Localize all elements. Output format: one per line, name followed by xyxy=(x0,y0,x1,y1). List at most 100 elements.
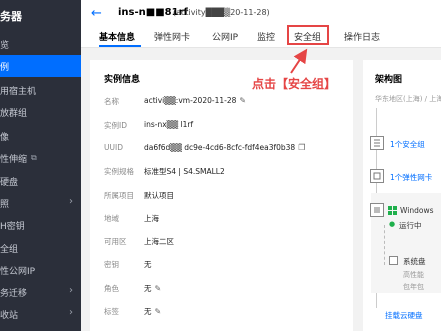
info-row-region: 地域 上海 xyxy=(104,213,349,229)
sidebar-item-label: 像 xyxy=(0,132,10,143)
sidebar-item-label: 用宿主机 xyxy=(0,86,37,97)
annotation-text: 点击【安全组】 xyxy=(252,77,337,91)
os-name: Windows xyxy=(400,206,434,215)
sidebar-item-label: 例 xyxy=(0,62,10,73)
info-value: 标准型S4 | S4.SMALL2 xyxy=(144,167,225,176)
info-value: 无 ✎ xyxy=(144,283,161,294)
sidebar-item-recycle-bin[interactable]: 收站 › xyxy=(0,303,81,325)
info-label: 可用区 xyxy=(104,237,127,246)
info-label: 名称 xyxy=(104,97,119,106)
architecture-title: 架构图 xyxy=(375,75,403,85)
info-value: 无 xyxy=(144,260,152,269)
main-content: ← ins-n■■81rf (activity███▒20-11-28) 基本信… xyxy=(81,0,441,331)
instance-info-title: 实例信息 xyxy=(104,75,141,85)
info-row-zone: 可用区 上海二区 xyxy=(104,236,349,252)
security-group-icon xyxy=(370,136,384,150)
edit-icon[interactable]: ✎ xyxy=(155,284,162,293)
sidebar-item-migration[interactable]: 务迁移 › xyxy=(0,281,81,303)
tab-monitoring[interactable]: 监控 xyxy=(257,30,275,43)
sidebar-item-instances[interactable]: 例 xyxy=(0,55,81,77)
disk-connector xyxy=(384,225,385,265)
running-status-icon: ● xyxy=(389,220,396,228)
chevron-right-icon: › xyxy=(69,285,73,296)
nic-link[interactable]: 1个弹性网卡 xyxy=(390,172,432,183)
external-link-icon: ⧉ xyxy=(31,153,37,162)
instance-status: 运行中 xyxy=(399,221,422,230)
info-row-instance-id: 实例ID ins-nx▒▒ l1rf xyxy=(104,120,349,136)
sidebar-item-label: 性伸缩 xyxy=(0,154,28,165)
info-label: 实例规格 xyxy=(104,167,134,176)
edit-icon[interactable]: ✎ xyxy=(239,96,246,105)
sidebar-item-label: 硬盘 xyxy=(0,177,19,188)
tab-public-ip[interactable]: 公网IP xyxy=(212,30,238,43)
info-value: 无 ✎ xyxy=(144,306,161,317)
instance-subtitle: (activity███▒20-11-28) xyxy=(173,8,270,17)
active-tab-indicator xyxy=(99,45,141,47)
instance-info-card: 实例信息 名称 activi▒▒:vm-2020-11-28 ✎ 实例ID ins… xyxy=(90,60,353,331)
sidebar-item-cloud-disk[interactable]: 硬盘 xyxy=(0,170,81,192)
system-disk-label: 系统盘 xyxy=(403,257,426,266)
sidebar-title: 务器 xyxy=(0,10,22,23)
copy-icon[interactable]: ❐ xyxy=(298,143,305,152)
sidebar-item-elastic-ip[interactable]: 性公网IP xyxy=(0,259,81,281)
info-value: 默认项目 xyxy=(144,191,174,200)
info-label: 实例ID xyxy=(104,121,127,130)
architecture-panel: 架构图 华东地区(上海) / 上海二 1个安全组 1个弹性网卡 Windows … xyxy=(363,60,441,331)
system-disk-billing: 包年包 xyxy=(403,283,424,291)
info-row-uuid: UUID da6f6d▒▒ dc9e-4cd6-8cfc-fdf4ea3f0b3… xyxy=(104,143,349,159)
info-label: 地域 xyxy=(104,214,119,223)
info-value: ins-nx▒▒ l1rf xyxy=(144,120,194,129)
tab-basic-info[interactable]: 基本信息 xyxy=(99,30,135,43)
info-value: 上海 xyxy=(144,214,159,223)
page-header: ← ins-n■■81rf (activity███▒20-11-28) 基本信… xyxy=(81,0,441,48)
role-value: 无 xyxy=(144,284,152,293)
sidebar-item-auto-scaling[interactable]: 性伸缩 ⧉ xyxy=(0,147,81,169)
info-label: 密钥 xyxy=(104,260,119,269)
mount-disk-link[interactable]: 挂载云硬盘 xyxy=(385,310,423,321)
chevron-right-icon: › xyxy=(69,196,73,207)
chevron-right-icon: › xyxy=(69,307,73,318)
sidebar-item-label: 务迁移 xyxy=(0,288,28,299)
system-disk-icon xyxy=(389,256,398,265)
info-row-spec: 实例规格 标准型S4 | S4.SMALL2 xyxy=(104,166,349,182)
system-disk-type: 高性能 xyxy=(403,271,424,279)
windows-icon xyxy=(388,206,398,216)
info-label: UUID xyxy=(104,143,123,152)
info-row-name: 名称 activi▒▒:vm-2020-11-28 ✎ xyxy=(104,96,349,112)
tab-elastic-nic[interactable]: 弹性网卡 xyxy=(154,30,190,43)
sidebar-item-label: 性公网IP xyxy=(0,266,36,277)
instance-icon xyxy=(370,203,384,217)
sidebar-item-images[interactable]: 像 xyxy=(0,125,81,147)
instance-name-value: activi▒▒:vm-2020-11-28 xyxy=(144,96,237,105)
security-group-link[interactable]: 1个安全组 xyxy=(390,139,425,150)
info-row-tags: 标签 无 ✎ xyxy=(104,306,349,322)
tab-operation-log[interactable]: 操作日志 xyxy=(344,30,380,43)
info-row-key: 密钥 无 xyxy=(104,259,349,275)
tags-value: 无 xyxy=(144,307,152,316)
info-row-role: 角色 无 ✎ xyxy=(104,283,349,299)
architecture-region: 华东地区(上海) / 上海二 xyxy=(375,95,441,103)
sidebar-item-label: 览 xyxy=(0,40,10,51)
sidebar-item-label: 放群组 xyxy=(0,108,28,119)
sidebar-item-label: 收站 xyxy=(0,310,19,321)
edit-icon[interactable]: ✎ xyxy=(155,307,162,316)
sidebar-item-dedicated-host[interactable]: 用宿主机 xyxy=(0,79,81,101)
nic-icon xyxy=(370,169,384,183)
security-group-highlight-box xyxy=(287,25,329,45)
back-arrow-icon[interactable]: ← xyxy=(91,6,102,21)
uuid-value: da6f6d▒▒ dc9e-4cd6-8cfc-fdf4ea3f0b38 xyxy=(144,143,296,152)
info-row-project: 所属项目 默认项目 xyxy=(104,190,349,206)
info-label: 标签 xyxy=(104,307,119,316)
info-value: activi▒▒:vm-2020-11-28 ✎ xyxy=(144,96,246,105)
sidebar-item-security-group[interactable]: 全组 xyxy=(0,237,81,259)
sidebar-item-snapshots[interactable]: 照 › xyxy=(0,192,81,214)
info-value: da6f6d▒▒ dc9e-4cd6-8cfc-fdf4ea3f0b38 ❐ xyxy=(144,143,305,152)
sidebar-item-ssh-keys[interactable]: H密钥 xyxy=(0,214,81,236)
info-label: 角色 xyxy=(104,284,119,293)
sidebar: 务器 览例用宿主机 放群组像性伸缩 ⧉ 硬盘照 › H密钥 全组 性公网IP 务迁移 › 收站 › xyxy=(0,0,81,331)
sidebar-item-overview[interactable]: 览 xyxy=(0,33,81,55)
sidebar-item-label: 照 xyxy=(0,199,10,210)
sidebar-item-label: 全组 xyxy=(0,244,19,255)
sidebar-item-label: H密钥 xyxy=(0,221,25,232)
sidebar-item-placement-group[interactable]: 放群组 xyxy=(0,101,81,123)
